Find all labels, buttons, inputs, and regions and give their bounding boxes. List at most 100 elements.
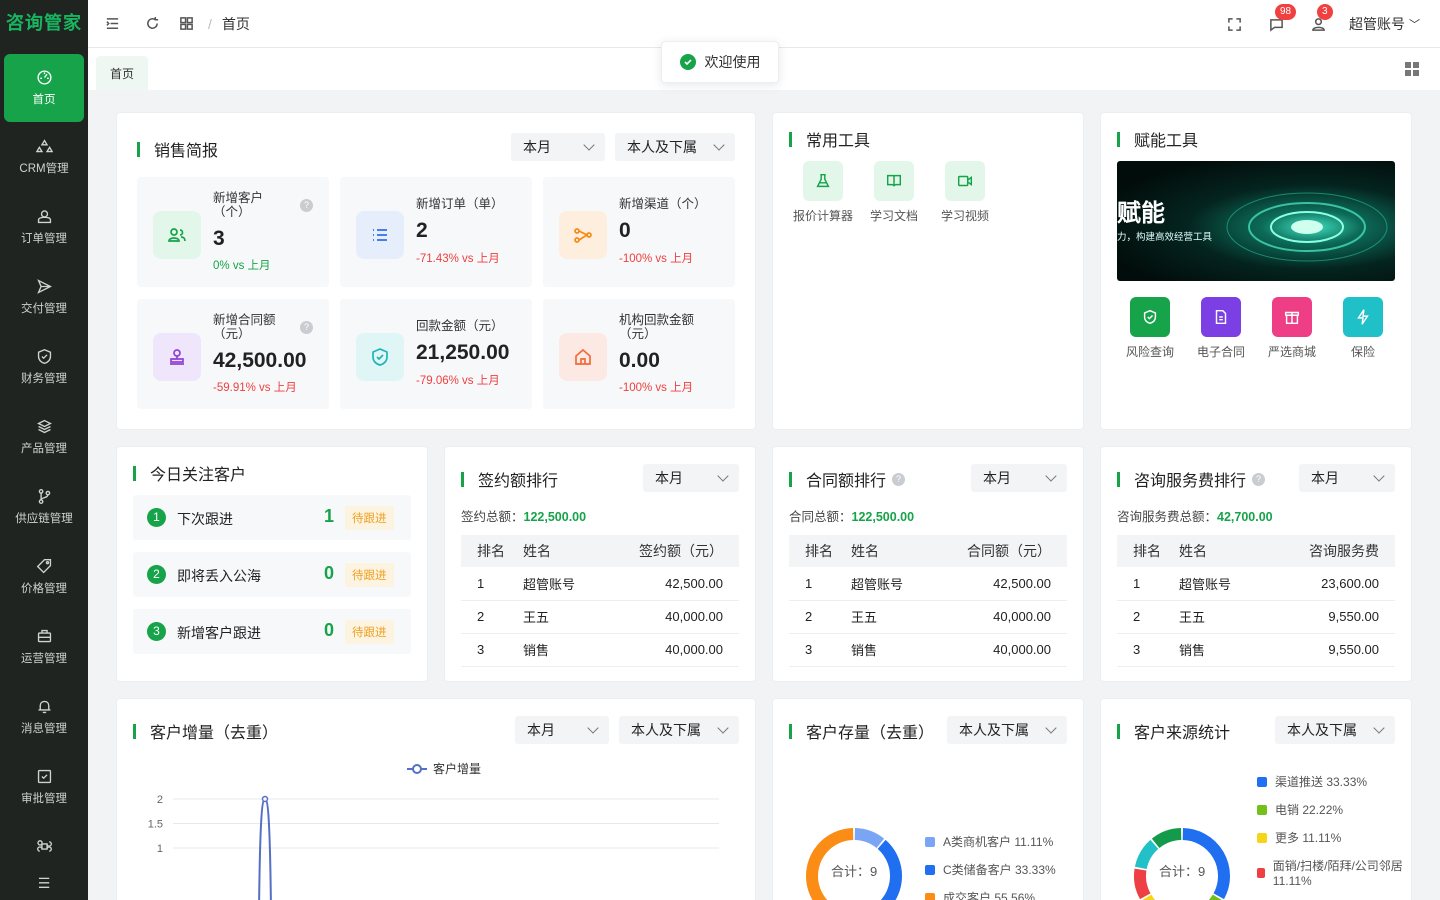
refresh-button[interactable] bbox=[132, 0, 172, 48]
legend-swatch bbox=[1257, 776, 1267, 787]
tool-e-contract[interactable]: 电子合同 bbox=[1189, 297, 1253, 360]
tab-home[interactable]: 首页 bbox=[96, 56, 149, 90]
legend-item[interactable]: C类储备客户 33.33% bbox=[925, 861, 1075, 878]
period-select[interactable]: 本月 bbox=[1299, 464, 1395, 492]
operation-icon bbox=[37, 629, 51, 643]
menu-collapse-icon[interactable]: ☰ bbox=[0, 875, 88, 892]
legend-label: 渠道推送 33.33% bbox=[1275, 775, 1368, 789]
period-select[interactable]: 本月 bbox=[643, 464, 739, 492]
follow-label: 下次跟进 bbox=[177, 511, 233, 527]
fullscreen-button[interactable] bbox=[1223, 13, 1245, 35]
stat-change: -100% vs 上月 bbox=[619, 253, 694, 265]
stat-received-payments[interactable]: 回款金额（元） 21,250.00 -79.06% vs 上月 bbox=[340, 299, 532, 409]
sidebar-item-product[interactable]: 产品管理 bbox=[0, 402, 88, 472]
stat-new-customers[interactable]: 新增客户（个） ? 3 0% vs 上月 bbox=[137, 177, 329, 287]
help-icon[interactable]: ? bbox=[892, 472, 906, 486]
table-row: 1 超管账号 23,600.00 bbox=[1117, 567, 1395, 601]
scope-select[interactable]: 本人及下属 bbox=[1275, 716, 1395, 744]
breadcrumb-current[interactable]: 首页 bbox=[222, 14, 250, 34]
follow-count: 1 bbox=[324, 506, 335, 526]
table-row: 2 王五 40,000.00 bbox=[461, 600, 739, 634]
chevron-down-icon bbox=[1373, 722, 1385, 734]
stat-new-orders[interactable]: 新增订单（单） 2 -71.43% vs 上月 bbox=[340, 177, 532, 287]
legend-label: 面销/扫楼/陌拜/公司邻居 11.11% bbox=[1272, 859, 1403, 888]
sidebar-item-order[interactable]: 订单管理 bbox=[0, 192, 88, 262]
tool-mall[interactable]: 严选商城 bbox=[1260, 297, 1324, 360]
sidebar-item-label: 财务管理 bbox=[21, 373, 67, 385]
stat-new-contract-amount[interactable]: 新增合同额（元） ? 42,500.00 -59.91% vs 上月 bbox=[137, 299, 329, 409]
banner-title: 赋能 bbox=[1117, 200, 1165, 227]
period-select[interactable]: 本月 bbox=[511, 133, 605, 161]
stat-change: -71.43% vs 上月 bbox=[416, 253, 500, 265]
tool-study-docs[interactable]: 学习文档 bbox=[862, 161, 926, 224]
tool-label: 学习视频 bbox=[940, 209, 989, 223]
today-follow-card: 今日关注客户 1 下次跟进 1 待跟进 2 即将丢入公海 0 待跟进 3 新增客… bbox=[116, 446, 428, 682]
promo-banner[interactable]: 赋能 力，构建高效经营工具 bbox=[1117, 161, 1395, 281]
sidebar-item-delivery[interactable]: 交付管理 bbox=[0, 262, 88, 332]
stat-label: 机构回款金额（元） bbox=[619, 313, 695, 341]
follow-item-next[interactable]: 1 下次跟进 1 待跟进 bbox=[133, 495, 411, 540]
scope-select[interactable]: 本人及下属 bbox=[615, 133, 735, 161]
help-icon[interactable]: ? bbox=[1252, 472, 1266, 486]
sidebar-item-finance[interactable]: 财务管理 bbox=[0, 332, 88, 402]
account-menu[interactable]: 超管账号 ﹀ bbox=[1349, 14, 1420, 34]
stat-value: 42,500.00 bbox=[213, 349, 307, 372]
legend-item[interactable]: 成交客户 55.56% bbox=[925, 889, 1075, 900]
tool-risk-query[interactable]: 风险查询 bbox=[1118, 297, 1182, 360]
period-select[interactable]: 本月 bbox=[515, 716, 609, 744]
help-icon[interactable]: ? bbox=[300, 321, 313, 334]
sidebar-item-supply-chain[interactable]: 供应链管理 bbox=[0, 472, 88, 542]
select-value: 本月 bbox=[655, 470, 683, 486]
legend-item[interactable]: 电销 22.22% bbox=[1257, 801, 1407, 818]
rank-summary-value: 42,700.00 bbox=[1217, 510, 1273, 524]
select-value: 本月 bbox=[1311, 470, 1339, 486]
scope-select[interactable]: 本人及下属 bbox=[947, 716, 1067, 744]
tabs-grid-icon[interactable] bbox=[1404, 61, 1420, 77]
sidebar-item-operation[interactable]: 运营管理 bbox=[0, 612, 88, 682]
sidebar-item-label: 产品管理 bbox=[21, 443, 67, 455]
follow-item-new-customer[interactable]: 3 新增客户跟进 0 待跟进 bbox=[133, 609, 411, 654]
legend-item[interactable]: 更多 11.11% bbox=[1257, 829, 1407, 846]
follow-item-public-pool[interactable]: 2 即将丢入公海 0 待跟进 bbox=[133, 552, 411, 597]
finance-icon bbox=[37, 348, 51, 365]
legend-marker bbox=[412, 764, 422, 774]
select-value: 本人及下属 bbox=[627, 139, 697, 155]
tool-insurance[interactable]: 保险 bbox=[1331, 297, 1395, 360]
stat-org-payments[interactable]: 机构回款金额（元） 0.00 -100% vs 上月 bbox=[543, 299, 735, 409]
messages-button[interactable]: 98 bbox=[1265, 4, 1297, 35]
sidebar-item-home[interactable]: 首页 bbox=[4, 54, 84, 122]
sidebar-item-price[interactable]: 价格管理 bbox=[0, 542, 88, 612]
help-icon[interactable]: ? bbox=[300, 199, 313, 212]
sidebar-item-more[interactable] bbox=[0, 822, 88, 870]
chevron-down-icon bbox=[717, 470, 729, 482]
tool-label: 风险查询 bbox=[1125, 345, 1174, 359]
scope-select[interactable]: 本人及下属 bbox=[619, 716, 739, 744]
sidebar-item-approval[interactable]: 审批管理 bbox=[0, 752, 88, 822]
select-value: 本月 bbox=[527, 722, 555, 738]
crm-icon bbox=[35, 139, 53, 153]
gift-icon bbox=[1272, 297, 1312, 337]
legend-item[interactable]: 渠道推送 33.33% bbox=[1257, 773, 1407, 790]
legend-label: 更多 11.11% bbox=[1275, 831, 1342, 845]
card-title: 今日关注客户 bbox=[133, 461, 246, 485]
legend-swatch bbox=[1257, 804, 1267, 815]
card-title: 客户增量（去重） bbox=[133, 719, 278, 743]
tool-quote-calculator[interactable]: 报价计算器 bbox=[791, 161, 855, 224]
tool-study-videos[interactable]: 学习视频 bbox=[933, 161, 997, 224]
breadcrumb: / 首页 bbox=[208, 14, 250, 34]
period-select[interactable]: 本月 bbox=[971, 464, 1067, 492]
legend-item[interactable]: A类商机客户 11.11% bbox=[925, 833, 1075, 850]
legend-item[interactable]: 面销/扫楼/陌拜/公司邻居 11.11% bbox=[1257, 857, 1407, 888]
enable-tools-card: 赋能工具 赋能 力，构建高效经营工具 风险查询 电子合同 严选商城 保险 bbox=[1100, 112, 1412, 430]
data-point bbox=[261, 795, 269, 803]
chevron-down-icon bbox=[713, 139, 725, 151]
series-line bbox=[258, 797, 272, 900]
tool-label: 电子合同 bbox=[1196, 345, 1245, 359]
apps-button[interactable] bbox=[172, 0, 200, 48]
legend-swatch bbox=[925, 864, 935, 875]
sidebar-item-message[interactable]: 消息管理 bbox=[0, 682, 88, 752]
notifications-button[interactable]: 3 bbox=[1307, 4, 1333, 35]
stat-new-channels[interactable]: 新增渠道（个） 0 -100% vs 上月 bbox=[543, 177, 735, 287]
fold-menu-button[interactable] bbox=[92, 0, 132, 48]
sidebar-item-crm[interactable]: CRM管理 bbox=[0, 122, 88, 192]
